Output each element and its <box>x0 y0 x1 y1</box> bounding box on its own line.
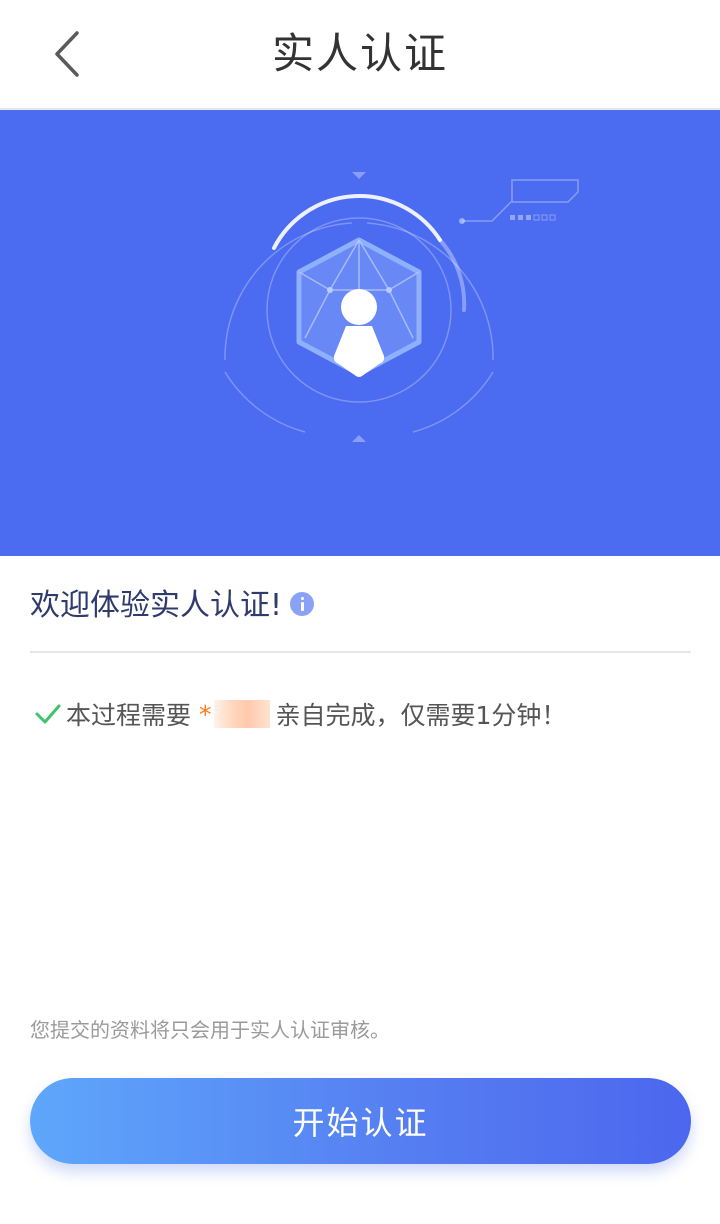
divider <box>30 651 691 653</box>
requirement-prefix: 本过程需要 <box>66 701 192 730</box>
welcome-row: 欢迎体验实人认证! <box>30 572 315 632</box>
checkmark-icon <box>35 704 61 724</box>
privacy-notice: 您提交的资料将只会用于实人认证审核。 <box>30 1018 390 1042</box>
hero-banner <box>0 110 720 556</box>
masked-user-name: 某某 <box>213 700 270 728</box>
requirement-suffix: 亲自完成，仅需要1分钟！ <box>275 701 567 730</box>
info-icon[interactable] <box>290 592 315 616</box>
requirement-row: 本过程需要 * 某某 亲自完成，仅需要1分钟！ <box>34 690 566 738</box>
verification-page: 实人认证 欢迎体验实人认证! 本过程需要 * 亲自完成，仅需要1分钟！ 您提交的… <box>0 0 720 1224</box>
required-star: * <box>199 699 212 729</box>
page-title: 实人认证 <box>271 29 448 78</box>
welcome-text: 欢迎体验实人认证! <box>30 588 283 623</box>
start-verification-button[interactable]: 开始认证 <box>30 1078 691 1164</box>
face-verification-hexagon-icon <box>224 172 579 442</box>
navbar: 实人认证 <box>0 0 720 110</box>
